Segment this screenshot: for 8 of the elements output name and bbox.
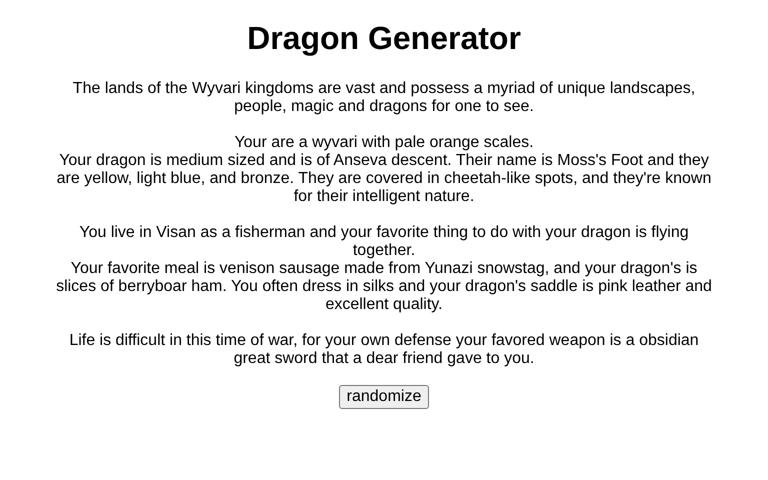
- description-text: Life is difficult in this time of war, for your own defense your favored weapon is a obsidian great sword that a dear friend gave to you.: [68, 332, 700, 368]
- description-text: The lands of the Wyvari kingdoms are vast and possess a myriad of unique landscapes, people, magic and dragons for one to see.: [72, 80, 696, 116]
- description-text: Your dragon is medium sized and is of Anseva descent. Their name is Moss's Foot and they are yellow, light blue, and bronze. They are covered in cheetah-like spots, and they're known for their intelligent nature.: [56, 152, 712, 206]
- description-text: Your favorite meal is venison sausage made from Yunazi snowstag, and your dragon's is slices of berryboar ham. You often dress in silks and your dragon's saddle is pink leather and excellent quality.: [55, 260, 713, 314]
- description-text: You live in Visan as a fisherman and your favorite thing to do with your dragon is flying together.: [78, 224, 690, 260]
- description-text: Your are a wyvari with pale orange scales.: [234, 134, 534, 152]
- page-title: Dragon Generator: [247, 20, 521, 57]
- randomize-button[interactable]: randomize: [338, 385, 430, 409]
